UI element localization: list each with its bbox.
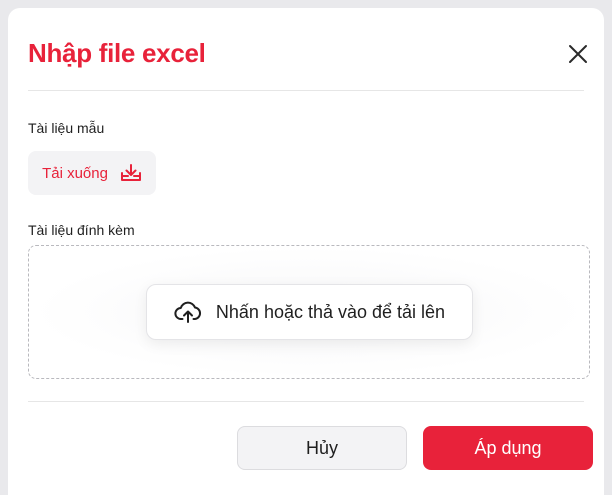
close-icon [569,45,587,63]
attachment-label: Tài liệu đính kèm [28,222,135,238]
download-template-button[interactable]: Tải xuống [28,151,156,195]
download-tray-icon [120,164,141,181]
footer-divider [28,401,584,402]
template-label: Tài liệu mẫu [28,120,105,136]
upload-dropzone[interactable]: Nhấn hoặc thả vào để tải lên [28,245,590,379]
upload-button-label: Nhấn hoặc thả vào để tải lên [215,301,446,322]
import-excel-dialog: Nhập file excel Tài liệu mẫu Tải xuống T… [8,8,604,495]
apply-button[interactable]: Áp dụng [423,426,593,470]
cloud-upload-icon [174,301,201,323]
dialog-title: Nhập file excel [28,38,206,68]
upload-button[interactable]: Nhấn hoặc thả vào để tải lên [146,284,473,340]
close-button[interactable] [566,42,590,66]
download-button-label: Tải xuống [42,164,108,182]
header-divider [28,90,584,91]
cancel-button[interactable]: Hủy [237,426,407,470]
